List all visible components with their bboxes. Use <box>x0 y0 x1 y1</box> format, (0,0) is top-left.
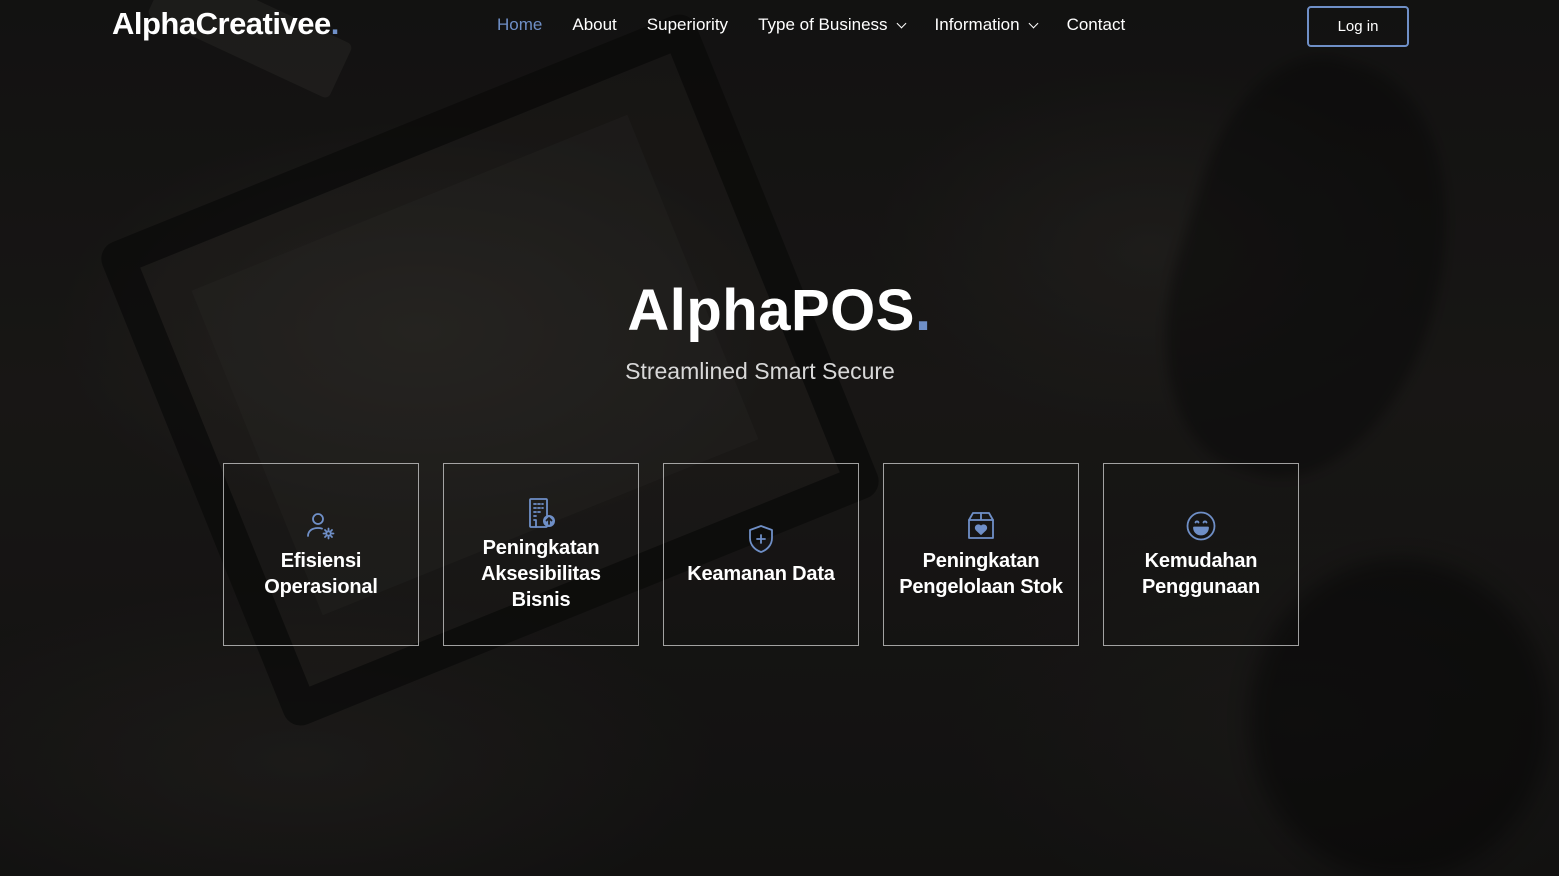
feature-list: Efisiensi Operasional Peningkatan Aksesi… <box>223 463 1299 646</box>
nav-item-type-of-business: Type of Business <box>758 15 906 35</box>
nav-item-information: Information <box>934 15 1039 35</box>
hero-title-dot: . <box>914 278 932 343</box>
nav-link-about[interactable]: About <box>572 15 616 35</box>
nav-dropdown-information[interactable]: Information <box>934 15 1039 35</box>
hero-subtitle-text: Streamlined Smart Secure <box>625 358 895 384</box>
nav-dropdown-label: Type of Business <box>758 15 888 34</box>
nav-item-about: About <box>572 15 616 35</box>
feature-label: Peningkatan Pengelolaan Stok <box>899 549 1063 598</box>
brand-logo[interactable]: AlphaCreativee. <box>112 6 339 42</box>
nav-dropdown-label: Information <box>934 15 1020 34</box>
shield-plus-icon <box>745 523 777 555</box>
nav-item-superiority: Superiority <box>647 15 728 35</box>
feature-card-pengelolaan-stok[interactable]: Peningkatan Pengelolaan Stok <box>883 463 1079 646</box>
navbar: AlphaCreativee. Home About Superiority T… <box>0 0 1559 52</box>
background-overlay <box>0 0 1559 876</box>
nav-link-contact[interactable]: Contact <box>1067 15 1126 35</box>
nav-link-home[interactable]: Home <box>497 15 542 35</box>
chevron-down-icon <box>896 18 906 28</box>
feature-card-keamanan-data[interactable]: Keamanan Data <box>663 463 859 646</box>
smile-icon <box>1185 510 1217 542</box>
hero-subtitle: Streamlined Smart Secure <box>0 358 1520 385</box>
login-button[interactable]: Log in <box>1307 6 1409 47</box>
feature-label: Efisiensi Operasional <box>264 549 378 598</box>
box-heart-icon <box>965 510 997 542</box>
chevron-down-icon <box>1028 18 1039 28</box>
nav-item-contact: Contact <box>1067 15 1126 35</box>
nav-menu: Home About Superiority Type of Business … <box>497 15 1155 35</box>
hero-title-text: AlphaPOS <box>627 278 915 343</box>
nav-link-superiority[interactable]: Superiority <box>647 15 728 35</box>
feature-card-efisiensi-operasional[interactable]: Efisiensi Operasional <box>223 463 419 646</box>
user-gear-icon <box>305 510 337 542</box>
brand-name: AlphaCreativee <box>112 6 331 41</box>
feature-label: Peningkatan Aksesibilitas Bisnis <box>481 536 601 611</box>
hero-title: AlphaPOS. <box>0 277 1559 344</box>
building-upload-icon <box>525 497 557 529</box>
feature-card-kemudahan-penggunaan[interactable]: Kemudahan Penggunaan <box>1103 463 1299 646</box>
hero-background <box>0 0 1559 876</box>
brand-dot: . <box>330 6 340 41</box>
nav-item-home: Home <box>497 15 542 35</box>
feature-label: Keamanan Data <box>687 562 835 585</box>
feature-label: Kemudahan Penggunaan <box>1141 549 1260 598</box>
nav-dropdown-type-of-business[interactable]: Type of Business <box>758 15 906 35</box>
feature-card-aksesibilitas-bisnis[interactable]: Peningkatan Aksesibilitas Bisnis <box>443 463 639 646</box>
